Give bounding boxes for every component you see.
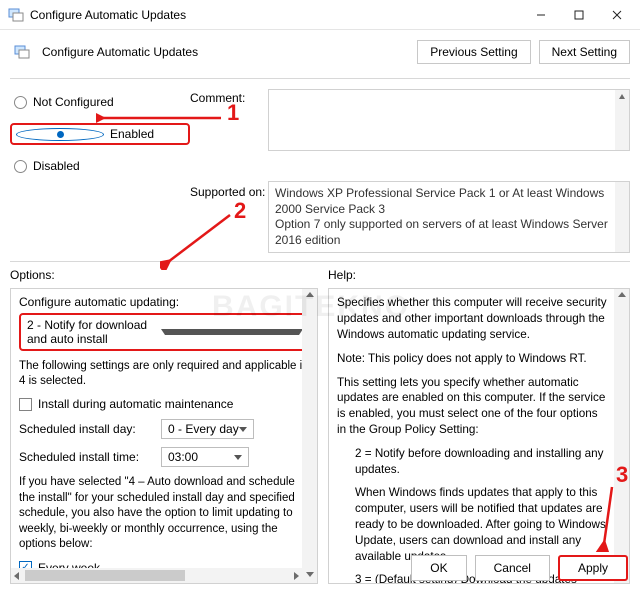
policy-state-grid: Not Configured Enabled Disabled Comment:… — [0, 83, 640, 253]
radio-enabled[interactable]: Enabled — [10, 123, 190, 145]
minimize-button[interactable] — [522, 1, 560, 29]
radio-disabled[interactable]: Disabled — [10, 157, 190, 175]
install-day-label: Scheduled install day: — [19, 422, 151, 436]
select-value: 2 - Notify for download and auto install — [27, 318, 161, 346]
checkbox-icon — [19, 398, 32, 411]
install-day-select[interactable]: 0 - Every day — [161, 419, 254, 439]
divider — [10, 78, 630, 79]
help-text: 2 = Notify before downloading and instal… — [337, 446, 623, 478]
radio-icon — [16, 128, 104, 141]
chevron-down-icon — [234, 455, 242, 460]
dialog-button-row: OK Cancel Apply — [411, 555, 628, 581]
apply-button[interactable]: Apply — [558, 555, 628, 581]
maximize-button[interactable] — [560, 1, 598, 29]
select-value: 0 - Every day — [168, 422, 239, 436]
header-row: Configure Automatic Updates Previous Set… — [0, 30, 640, 70]
scrollbar[interactable] — [615, 90, 629, 150]
chevron-down-icon — [161, 329, 303, 335]
radio-icon — [14, 160, 27, 173]
next-setting-button[interactable]: Next Setting — [539, 40, 630, 64]
options-note: The following settings are only required… — [19, 359, 311, 389]
help-pane: Specifies whether this computer will rec… — [328, 288, 630, 584]
configure-updating-select[interactable]: 2 - Notify for download and auto install — [19, 313, 311, 351]
install-time-label: Scheduled install time: — [19, 450, 151, 464]
supported-text: Windows XP Professional Service Pack 1 o… — [275, 186, 609, 217]
policy-title: Configure Automatic Updates — [42, 45, 198, 59]
radio-label: Not Configured — [33, 95, 114, 109]
policy-heading: Configure Automatic Updates — [10, 44, 409, 60]
radio-not-configured[interactable]: Not Configured — [10, 93, 190, 111]
help-text: Specifies whether this computer will rec… — [337, 295, 623, 342]
scrollbar[interactable] — [615, 182, 629, 252]
cancel-button[interactable]: Cancel — [475, 555, 550, 581]
help-text: Note: This policy does not apply to Wind… — [337, 351, 623, 367]
title-bar: Configure Automatic Updates — [0, 0, 640, 30]
comment-textarea[interactable] — [268, 89, 630, 151]
supported-text: Option 7 only supported on servers of at… — [275, 217, 609, 248]
options-heading: Options: — [10, 268, 318, 282]
app-icon — [8, 7, 24, 23]
configure-updating-label: Configure automatic updating: — [19, 295, 311, 309]
select-value: 03:00 — [168, 450, 198, 464]
comment-label: Comment: — [190, 89, 268, 175]
supported-on-box: Windows XP Professional Service Pack 1 o… — [268, 181, 630, 253]
policy-icon — [14, 44, 30, 60]
supported-label: Supported on: — [190, 175, 268, 253]
chevron-down-icon — [239, 427, 247, 432]
close-button[interactable] — [598, 1, 636, 29]
radio-icon — [14, 96, 27, 109]
scrollbar-vertical[interactable] — [614, 289, 629, 583]
help-text: When Windows finds updates that apply to… — [337, 485, 623, 564]
window-title: Configure Automatic Updates — [30, 8, 522, 22]
scrollbar-vertical[interactable] — [302, 289, 317, 583]
scrollbar-horizontal[interactable] — [11, 568, 302, 583]
checkbox-label: Install during automatic maintenance — [38, 397, 233, 411]
install-during-maintenance-checkbox[interactable]: Install during automatic maintenance — [19, 397, 311, 411]
help-text: This setting lets you specify whether au… — [337, 375, 623, 438]
ok-button[interactable]: OK — [411, 555, 466, 581]
options-pane: Configure automatic updating: 2 - Notify… — [10, 288, 318, 584]
install-time-select[interactable]: 03:00 — [161, 447, 249, 467]
previous-setting-button[interactable]: Previous Setting — [417, 40, 530, 64]
help-heading: Help: — [328, 268, 630, 282]
schedule-paragraph: If you have selected "4 – Auto download … — [19, 475, 311, 553]
radio-label: Enabled — [110, 127, 154, 141]
divider — [10, 261, 630, 262]
radio-label: Disabled — [33, 159, 80, 173]
